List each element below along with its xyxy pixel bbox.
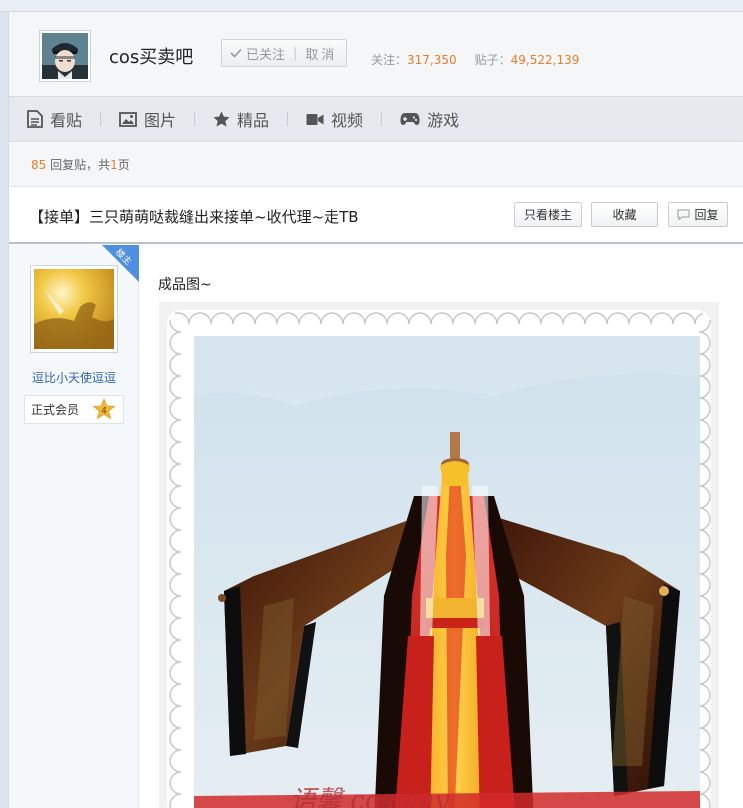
followers-label: 关注： <box>371 53 408 67</box>
reply-count-suffix: 回复贴，共 <box>50 158 111 172</box>
nav-tab-games-label: 游戏 <box>427 111 460 130</box>
forum-name[interactable]: cos买卖吧 <box>109 43 193 69</box>
followed-label: 已关注 <box>246 47 286 63</box>
user-avatar[interactable] <box>30 265 118 353</box>
document-icon <box>27 110 43 128</box>
nav-tab-featured-label: 精品 <box>237 111 270 130</box>
reply-button-label: 回复 <box>694 208 719 222</box>
forum-header: cos买卖吧 已关注 | 取消 关注：317,350 贴子：49,522,139 <box>9 12 743 96</box>
username-link[interactable]: 逗比小天使逗逗 <box>9 369 139 386</box>
nav-tab-posts[interactable]: 看贴 <box>27 97 82 141</box>
costume-photo[interactable]: 语馨 cosplay <box>194 336 700 808</box>
member-badge[interactable]: 正式会员 4 <box>24 395 124 424</box>
browser-top-strip <box>0 0 743 12</box>
check-icon <box>230 48 242 58</box>
scalloped-frame: 语馨 cosplay <box>167 310 711 808</box>
page-frame: cos买卖吧 已关注 | 取消 关注：317,350 贴子：49,522,139 … <box>8 12 743 808</box>
thread-title-bar: 【接单】三只萌萌哒裁缝出来接单~收代理~走TB 只看楼主 收藏 回复 <box>9 187 743 244</box>
only-op-button[interactable]: 只看楼主 <box>514 202 582 227</box>
level-badge: 4 <box>92 397 116 425</box>
forum-avatar[interactable] <box>39 30 91 82</box>
photo-watermark: 语馨 cosplay <box>290 786 449 808</box>
nav-tab-images[interactable]: 图片 <box>119 97 176 141</box>
posts-label: 贴子： <box>474 53 511 67</box>
level-star-icon: 4 <box>92 397 116 420</box>
unfollow-link[interactable]: 取消 <box>305 44 337 63</box>
divider: | <box>293 45 298 61</box>
page-count: 1 <box>110 157 118 172</box>
post-author-column: 楼主 逗比小天使逗逗 正式会员 4 <box>9 245 139 808</box>
posts-count: 49,522,139 <box>510 53 580 67</box>
reply-count: 85 <box>31 157 47 172</box>
reply-button[interactable]: 回复 <box>668 202 728 227</box>
forum-nav: 看贴 图片 精品 视频 游戏 <box>9 96 743 142</box>
nav-tab-featured[interactable]: 精品 <box>213 97 269 141</box>
favorite-button[interactable]: 收藏 <box>591 202 658 227</box>
comment-icon <box>677 209 691 220</box>
thread-title: 【接单】三只萌萌哒裁缝出来接单~收代理~走TB <box>29 208 359 226</box>
gamepad-icon <box>400 113 420 125</box>
follow-status-button[interactable]: 已关注 | 取消 <box>221 39 347 67</box>
nav-tab-games[interactable]: 游戏 <box>400 97 459 141</box>
page-count-suffix: 页 <box>117 158 130 172</box>
post-text: 成品图~ <box>158 277 212 293</box>
forum-stats: 关注：317,350 贴子：49,522,139 <box>371 51 579 68</box>
level-number: 4 <box>101 407 107 417</box>
video-camera-icon <box>306 113 324 125</box>
image-icon <box>119 111 137 127</box>
nav-tab-images-label: 图片 <box>144 111 177 130</box>
post-floor: 楼主 逗比小天使逗逗 正式会员 4 成品图~ 语馨 cosplay <box>9 245 743 808</box>
nav-tab-videos-label: 视频 <box>331 111 364 130</box>
followers-count: 317,350 <box>407 53 457 67</box>
member-label: 正式会员 <box>31 403 80 417</box>
nav-tab-videos[interactable]: 视频 <box>306 97 363 141</box>
star-icon <box>213 111 230 127</box>
post-content: 成品图~ 语馨 cosplay <box>139 245 743 808</box>
post-image-container: 语馨 cosplay <box>159 302 719 808</box>
nav-tab-posts-label: 看贴 <box>50 111 83 130</box>
reply-count-bar: 85 回复贴，共 1 页 <box>9 143 743 187</box>
